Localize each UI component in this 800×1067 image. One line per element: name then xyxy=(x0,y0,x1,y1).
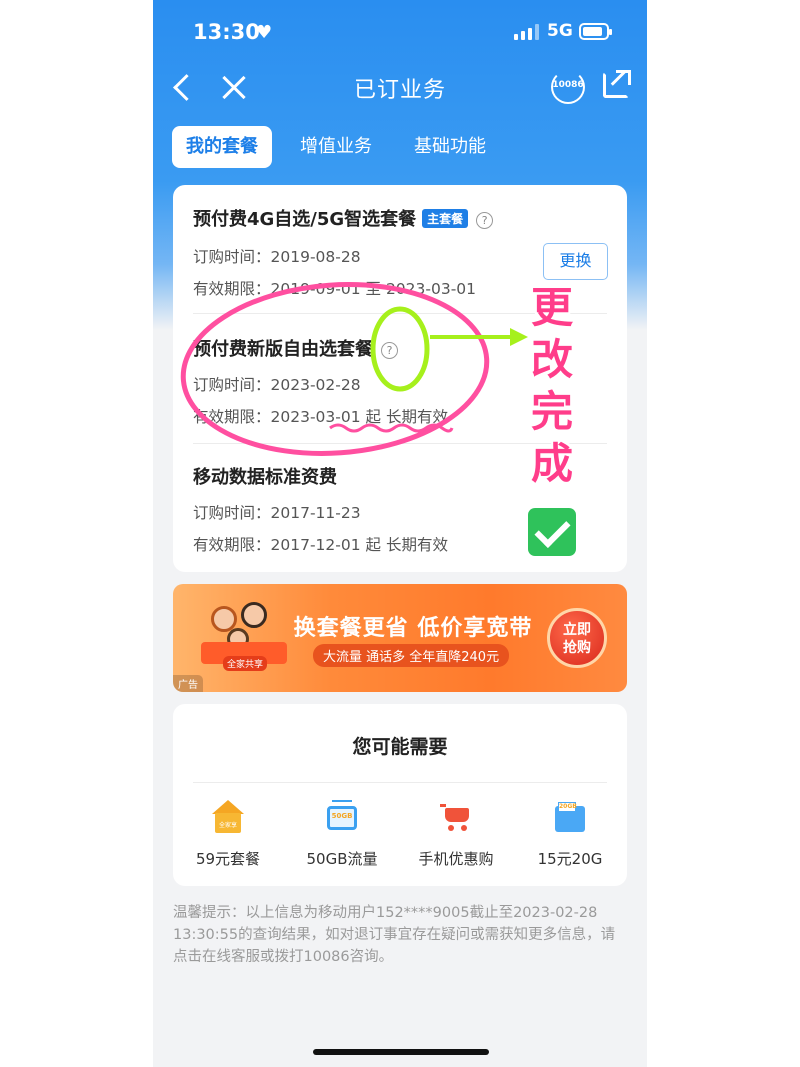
cta-line-2: 抢购 xyxy=(563,640,591,656)
heart-icon: ♥ xyxy=(256,22,273,43)
package-name: 预付费4G自选/5G智选套餐 主套餐? xyxy=(193,205,494,231)
family-share-tag: 全家共享 xyxy=(223,656,268,671)
recommend-label: 50GB流量 xyxy=(306,850,378,868)
ad-subtitle: 大流量 通话多 全年直降240元 xyxy=(313,644,510,667)
help-icon[interactable]: ? xyxy=(381,342,398,359)
ad-label: 广告 xyxy=(173,675,203,692)
cart-icon xyxy=(438,800,474,836)
check-mark-icon xyxy=(528,508,576,556)
recommend-item-59-package[interactable]: 全家享 59元套餐 xyxy=(173,800,283,869)
order-time: 订购时间：2023-02-28 xyxy=(193,376,361,394)
change-package-button[interactable]: 更换 xyxy=(543,243,608,280)
valid-period: 有效期限：2023-03-01 起 长期有效 xyxy=(193,408,448,426)
nav-bar: 已订业务 10086 xyxy=(153,64,647,110)
status-time: 13:30 xyxy=(193,20,260,44)
package-name: 预付费新版自由选套餐? xyxy=(193,335,398,361)
family-illustration-icon: 全家共享 xyxy=(193,598,293,678)
package-name: 移动数据标准资费 xyxy=(193,467,337,488)
order-time: 订购时间：2017-11-23 xyxy=(193,504,361,522)
tab-value-added[interactable]: 增值业务 xyxy=(300,126,372,168)
home-indicator xyxy=(313,1049,489,1055)
recommend-item-50gb-data[interactable]: 50GB 50GB流量 xyxy=(287,800,397,869)
main-package-badge: 主套餐 xyxy=(422,209,469,228)
recommend-item-15-yuan-20g[interactable]: 20GB 15元20G xyxy=(515,800,625,869)
tv-data-icon: 50GB xyxy=(324,800,360,836)
battery-icon xyxy=(579,23,612,40)
help-icon[interactable]: ? xyxy=(476,212,494,229)
valid-period: 有效期限：2019-09-01 至 2023-03-01 xyxy=(193,280,477,298)
signal-icon xyxy=(514,24,540,40)
recommend-label: 15元20G xyxy=(537,850,603,868)
recommend-label: 59元套餐 xyxy=(195,850,261,868)
valid-period: 有效期限：2017-12-01 起 长期有效 xyxy=(193,536,448,554)
recommend-item-phone-deals[interactable]: 手机优惠购 xyxy=(401,800,511,869)
warm-tip: 温馨提示：以上信息为移动用户152****9005截止至2023-02-28 1… xyxy=(173,905,616,965)
data-card-icon: 20GB xyxy=(552,800,588,836)
ad-title: 换套餐更省 低价享宽带 xyxy=(293,616,533,641)
share-icon[interactable] xyxy=(603,70,631,98)
cta-line-1: 立即 xyxy=(563,622,591,638)
customer-service-icon[interactable]: 10086 xyxy=(551,70,585,104)
divider xyxy=(193,782,607,783)
recommend-section: 您可能需要 全家享 59元套餐 50GB 50GB流量 手机优惠购 20GB 1… xyxy=(173,704,627,886)
service-number: 10086 xyxy=(552,80,584,90)
package-item: 预付费新版自由选套餐? 订购时间：2023-02-28 有效期限：2023-03… xyxy=(193,335,448,426)
house-icon: 全家享 xyxy=(210,800,246,836)
tab-basic-functions[interactable]: 基础功能 xyxy=(414,126,486,168)
status-bar: 13:30 ♥ 5G xyxy=(153,0,647,64)
ad-banner[interactable]: 全家共享 换套餐更省 低价享宽带 大流量 通话多 全年直降240元 立即 抢购 … xyxy=(173,584,627,692)
package-item: 预付费4G自选/5G智选套餐 主套餐? 订购时间：2019-08-28 有效期限：… xyxy=(193,205,494,298)
completed-annotation-text: 更改完成 xyxy=(530,283,573,488)
tab-my-package[interactable]: 我的套餐 xyxy=(172,126,272,168)
buy-now-button[interactable]: 立即 抢购 xyxy=(547,608,607,668)
recommend-label: 手机优惠购 xyxy=(418,850,494,868)
network-type: 5G xyxy=(547,21,573,41)
order-time: 订购时间：2019-08-28 xyxy=(193,248,361,266)
package-item: 移动数据标准资费 订购时间：2017-11-23 有效期限：2017-12-01… xyxy=(193,463,448,554)
section-title: 您可能需要 xyxy=(352,736,448,758)
